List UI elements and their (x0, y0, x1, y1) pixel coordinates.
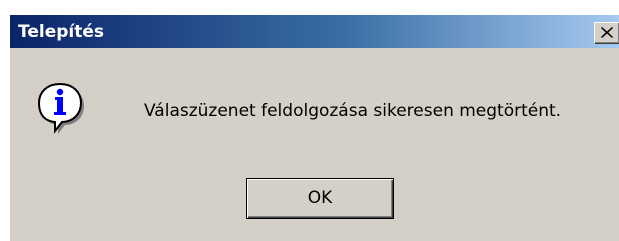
dialog-message: Válaszüzenet feldolgozása sikeresen megt… (144, 101, 562, 121)
close-button[interactable] (594, 22, 619, 44)
close-icon (601, 27, 613, 38)
dialog-title: Telepítés (18, 22, 104, 42)
ok-button[interactable]: OK (246, 178, 394, 219)
information-icon (36, 82, 88, 136)
title-bar[interactable]: Telepítés (10, 15, 619, 48)
dialog-window: Telepítés Válaszüzenet feldolgozása sike… (9, 14, 619, 241)
